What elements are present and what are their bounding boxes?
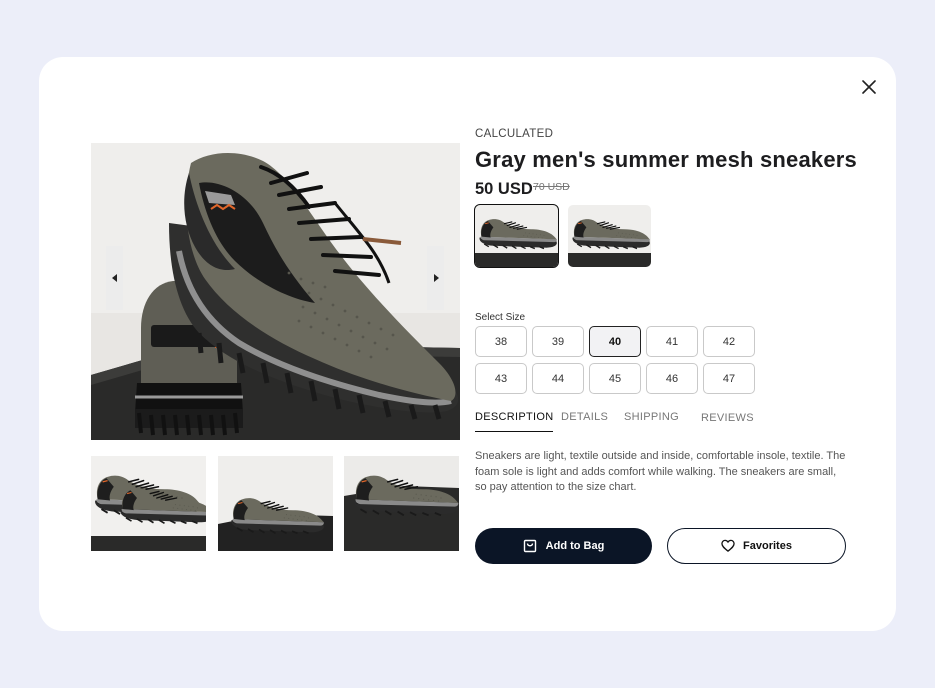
next-image-button[interactable]	[427, 246, 444, 310]
variant-photo	[568, 205, 651, 267]
thumbnail-photo	[218, 456, 333, 551]
arrow-left-icon	[111, 274, 117, 282]
size-option[interactable]: 45	[589, 363, 641, 394]
heart-icon	[721, 539, 735, 553]
arrow-right-icon	[433, 274, 439, 282]
close-icon	[862, 80, 876, 94]
add-to-bag-label: Add to Bag	[545, 540, 605, 552]
color-variant-thumbnail[interactable]	[474, 204, 559, 268]
favorites-button[interactable]: Favorites	[667, 528, 846, 564]
gallery-thumbnail[interactable]	[218, 456, 333, 551]
size-option[interactable]: 42	[703, 326, 755, 357]
size-option[interactable]: 43	[475, 363, 527, 394]
gallery-thumbnail[interactable]	[91, 456, 206, 551]
size-option[interactable]: 39	[532, 326, 584, 357]
product-description: Sneakers are light, textile outside and …	[475, 450, 846, 493]
product-brand: CALCULATED	[475, 128, 554, 140]
size-option[interactable]: 41	[646, 326, 698, 357]
main-product-image	[91, 143, 460, 440]
thumbnail-photo	[91, 456, 206, 551]
product-title: Gray men's summer mesh sneakers	[475, 147, 857, 172]
color-variant-thumbnail[interactable]	[568, 205, 651, 267]
size-option-selected[interactable]: 40	[589, 326, 641, 357]
product-price: 50 USD	[475, 180, 533, 198]
shopping-bag-icon	[523, 539, 537, 553]
close-button[interactable]	[857, 75, 881, 99]
size-option[interactable]: 47	[703, 363, 755, 394]
tab-details[interactable]: DETAILS	[561, 411, 608, 423]
product-modal: CALCULATED Gray men's summer mesh sneake…	[39, 57, 896, 631]
tab-description[interactable]: DESCRIPTION	[475, 411, 554, 432]
add-to-bag-button[interactable]: Add to Bag	[475, 528, 652, 564]
gallery-thumbnail[interactable]	[344, 456, 459, 551]
tab-reviews[interactable]: REVIEWS	[701, 412, 754, 424]
tab-shipping[interactable]: SHIPPING	[624, 411, 679, 423]
size-option[interactable]: 46	[646, 363, 698, 394]
size-option[interactable]: 38	[475, 326, 527, 357]
thumbnail-photo	[344, 456, 459, 551]
favorites-label: Favorites	[743, 540, 792, 552]
gallery-thumbnails	[91, 456, 460, 551]
product-old-price: 70 USD	[533, 181, 570, 193]
size-option[interactable]: 44	[532, 363, 584, 394]
product-photo	[91, 143, 460, 440]
variant-photo	[475, 205, 558, 267]
size-label: Select Size	[475, 312, 526, 323]
previous-image-button[interactable]	[106, 246, 123, 310]
